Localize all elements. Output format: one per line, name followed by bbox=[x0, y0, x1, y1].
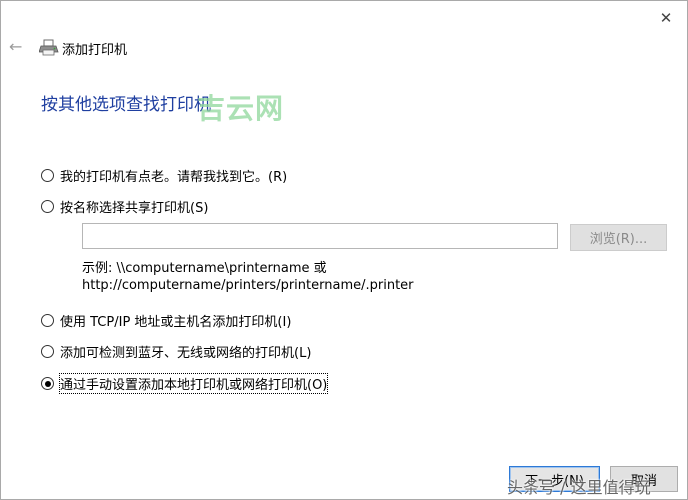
page-heading: 按其他选项查找打印机 bbox=[41, 95, 211, 115]
radio-button-selected[interactable] bbox=[41, 377, 54, 390]
radio-button[interactable] bbox=[41, 169, 54, 182]
radio-button[interactable] bbox=[41, 314, 54, 327]
close-icon[interactable]: ✕ bbox=[655, 7, 677, 29]
option-shared-printer[interactable]: 按名称选择共享打印机(S) bbox=[41, 197, 208, 216]
option-bluetooth-wireless[interactable]: 添加可检测到蓝牙、无线或网络的打印机(L) bbox=[41, 342, 311, 361]
example-line-1: 示例: \\computername\printername 或 bbox=[82, 261, 327, 276]
shared-printer-name-input[interactable] bbox=[82, 223, 558, 249]
option-label: 添加可检测到蓝牙、无线或网络的打印机(L) bbox=[60, 346, 312, 361]
option-tcpip[interactable]: 使用 TCP/IP 地址或主机名添加打印机(I) bbox=[41, 311, 291, 330]
wizard-title: 添加打印机 bbox=[62, 42, 128, 58]
cancel-button[interactable]: 取消 bbox=[610, 466, 678, 492]
example-text: 示例: \\computername\printername 或 http://… bbox=[82, 260, 414, 294]
radio-button[interactable] bbox=[41, 345, 54, 358]
option-manual-local[interactable]: 通过手动设置添加本地打印机或网络打印机(O) bbox=[41, 373, 329, 394]
option-label: 我的打印机有点老。请帮我找到它。(R) bbox=[60, 170, 288, 185]
option-label: 按名称选择共享打印机(S) bbox=[60, 201, 209, 216]
wizard-header: 添加打印机 bbox=[39, 37, 127, 59]
radio-button[interactable] bbox=[41, 200, 54, 213]
example-line-2: http://computername/printers/printername… bbox=[82, 278, 414, 293]
next-button[interactable]: 下一步(N) bbox=[509, 466, 600, 492]
watermark-logo: 吉云网 bbox=[197, 92, 285, 125]
option-label: 使用 TCP/IP 地址或主机名添加打印机(I) bbox=[60, 315, 292, 330]
option-old-printer[interactable]: 我的打印机有点老。请帮我找到它。(R) bbox=[41, 166, 287, 185]
back-arrow-icon[interactable]: ← bbox=[9, 37, 27, 57]
browse-button[interactable]: 浏览(R)... bbox=[570, 224, 667, 251]
printer-icon bbox=[39, 39, 59, 56]
option-label: 通过手动设置添加本地打印机或网络打印机(O) bbox=[58, 373, 329, 394]
add-printer-dialog: ✕ ← 添加打印机 按其他选项查找打印机 吉云网 我的打印机有点老。请帮我找到它… bbox=[0, 0, 688, 500]
